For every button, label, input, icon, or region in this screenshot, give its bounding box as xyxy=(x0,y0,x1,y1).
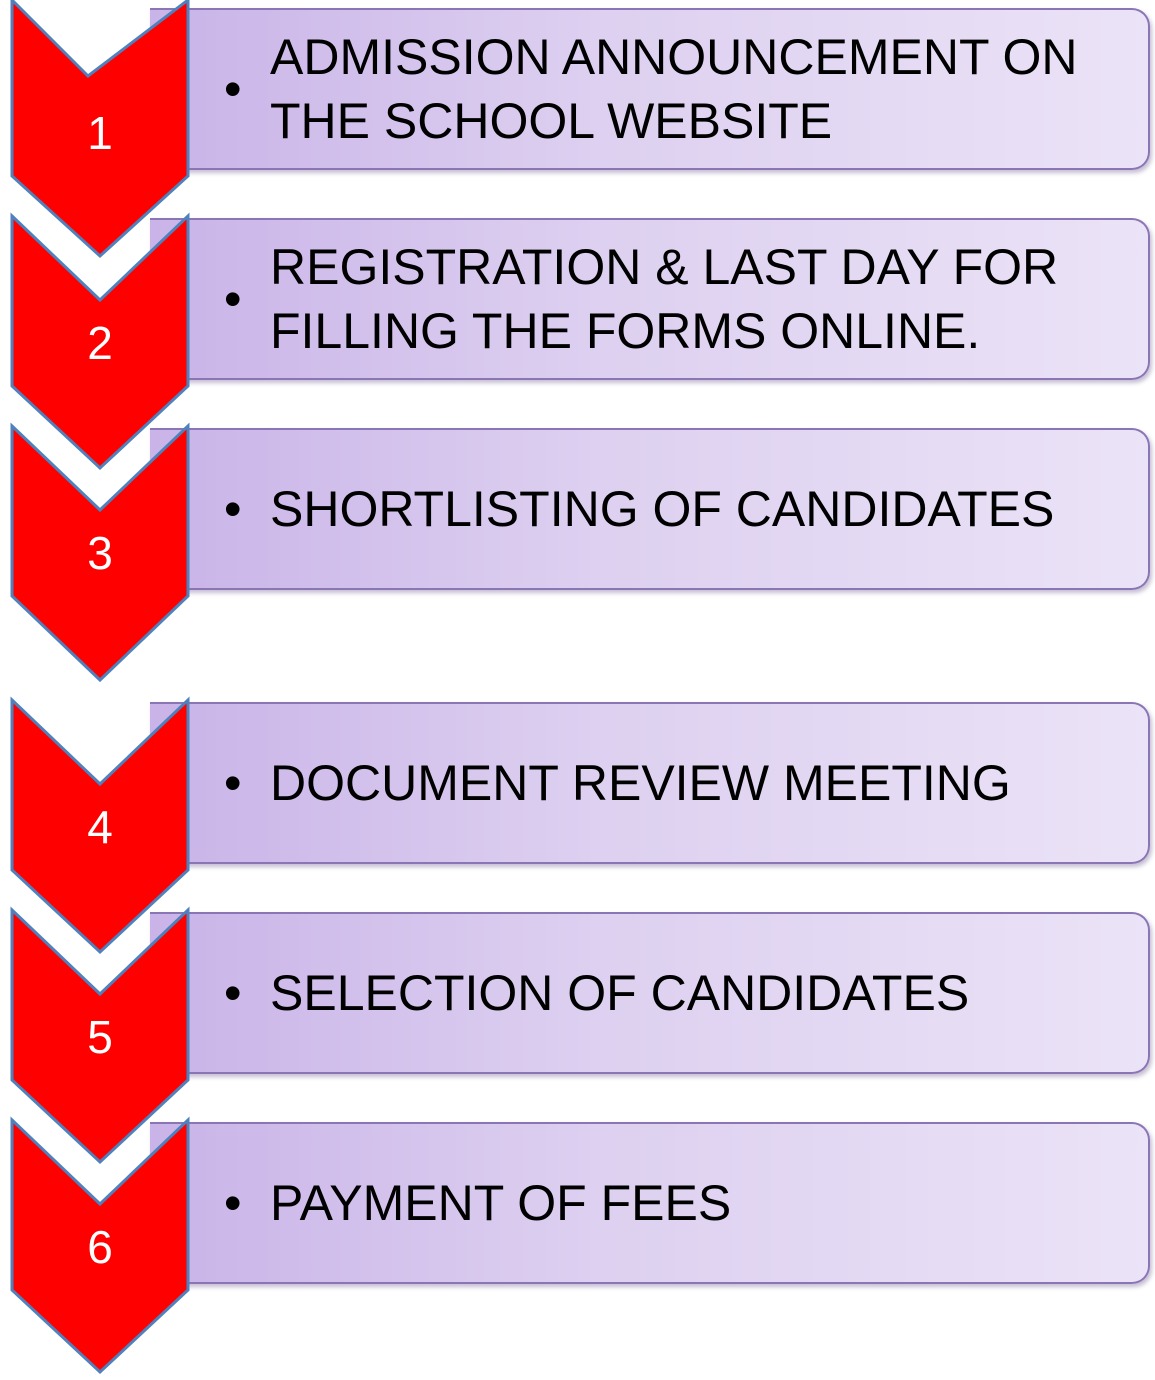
step-1: • ADMISSION ANNOUNCEMENT ON THE SCHOOL W… xyxy=(0,0,1155,259)
step-6-box: • PAYMENT OF FEES xyxy=(150,1122,1150,1284)
step-2-text: REGISTRATION & LAST DAY FOR FILLING THE … xyxy=(270,239,1059,359)
step-6-bullet: • xyxy=(224,1175,242,1231)
process-flow-diagram: • ADMISSION ANNOUNCEMENT ON THE SCHOOL W… xyxy=(0,0,1155,1375)
step-3-box: • SHORTLISTING OF CANDIDATES xyxy=(150,428,1150,590)
step-4-text: DOCUMENT REVIEW MEETING xyxy=(270,755,1011,811)
step-5: • SELECTION OF CANDIDATES 5 xyxy=(0,906,1155,1165)
step-2-number: 2 xyxy=(87,317,113,369)
step-2-bullet: • xyxy=(224,271,242,327)
step-4-box: • DOCUMENT REVIEW MEETING xyxy=(150,702,1150,864)
step-5-text: SELECTION OF CANDIDATES xyxy=(270,965,970,1021)
step-1-number: 1 xyxy=(87,107,113,159)
step-5-box: • SELECTION OF CANDIDATES xyxy=(150,912,1150,1074)
step-1-bullet: • xyxy=(224,61,242,117)
step-5-bullet: • xyxy=(224,965,242,1021)
step-3-text: SHORTLISTING OF CANDIDATES xyxy=(270,481,1055,537)
step-6-text: PAYMENT OF FEES xyxy=(270,1175,732,1231)
step-5-number: 5 xyxy=(87,1011,113,1063)
step-4-number: 4 xyxy=(87,801,113,853)
step-2: • REGISTRATION & LAST DAY FOR FILLING TH… xyxy=(0,212,1155,471)
step-1-box: • ADMISSION ANNOUNCEMENT ON THE SCHOOL W… xyxy=(150,8,1150,170)
step-3-number: 3 xyxy=(87,527,113,579)
step-4-bullet: • xyxy=(224,755,242,811)
step-4: • DOCUMENT REVIEW MEETING 4 xyxy=(0,696,1155,955)
step-6-number: 6 xyxy=(87,1221,113,1273)
step-3-bullet: • xyxy=(224,481,242,537)
step-2-box: • REGISTRATION & LAST DAY FOR FILLING TH… xyxy=(150,218,1150,380)
step-3: • SHORTLISTING OF CANDIDATES 3 xyxy=(0,422,1155,683)
step-1-text: ADMISSION ANNOUNCEMENT ON THE SCHOOL WEB… xyxy=(270,29,1078,149)
step-6: • PAYMENT OF FEES 6 xyxy=(0,1116,1155,1375)
